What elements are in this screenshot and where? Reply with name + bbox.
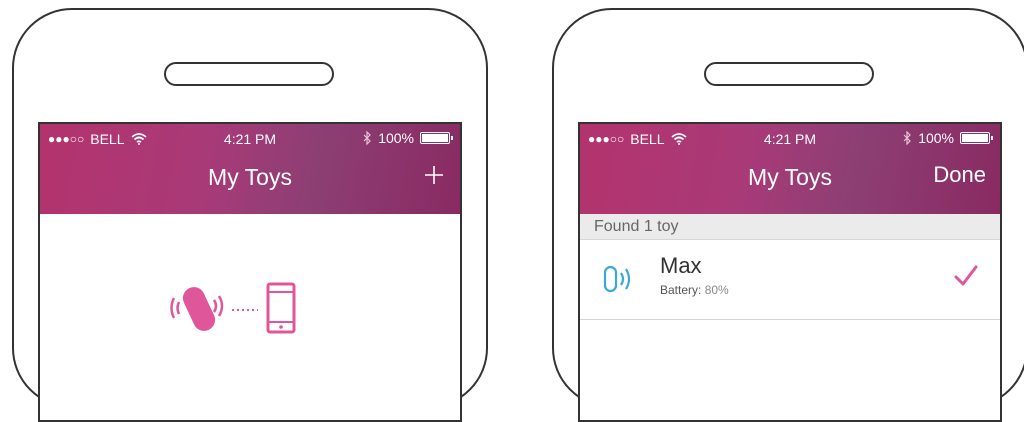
found-toys-header: Found 1 toy xyxy=(580,214,1000,240)
speaker-slot xyxy=(704,62,874,86)
toy-row-max[interactable]: Max Battery: 80% xyxy=(580,241,1000,320)
status-right: 100% xyxy=(902,130,993,146)
done-button[interactable]: Done xyxy=(933,162,986,188)
battery-percent: 100% xyxy=(378,130,414,146)
plus-icon xyxy=(425,166,443,184)
battery-icon xyxy=(960,132,993,144)
nav-title: My Toys xyxy=(208,164,292,190)
status-bar: ●●●○○ BELL 4:21 PM 100% xyxy=(40,124,460,154)
nav-bar: ●●●○○ BELL 4:21 PM 100% xyxy=(580,124,1000,214)
toy-name: Max xyxy=(660,253,702,278)
bluetooth-icon xyxy=(903,131,912,145)
toy-bluetooth-icon xyxy=(603,265,631,293)
vibrator-signal-icon xyxy=(170,287,224,331)
checkmark-icon xyxy=(954,265,978,286)
battery-percent: 100% xyxy=(918,130,954,146)
battery-icon xyxy=(420,132,453,144)
toy-battery-value: 80% xyxy=(704,283,729,297)
toy-battery: Battery: 80% xyxy=(660,283,729,297)
speaker-slot xyxy=(164,62,334,86)
phone-icon xyxy=(266,282,296,334)
phone-frame-left: ●●●○○ BELL 4:21 PM 100% My Toys xyxy=(12,8,488,422)
bluetooth-icon xyxy=(363,131,372,145)
add-toy-button[interactable] xyxy=(424,156,444,193)
status-bar: ●●●○○ BELL 4:21 PM 100% xyxy=(580,124,1000,154)
empty-state-graphic xyxy=(170,282,296,334)
phone-screen-right: ●●●○○ BELL 4:21 PM 100% My Toys Done Fou… xyxy=(578,122,1002,422)
phone-screen-left: ●●●○○ BELL 4:21 PM 100% My Toys xyxy=(38,122,462,422)
status-right: 100% xyxy=(362,130,453,146)
nav-bar: ●●●○○ BELL 4:21 PM 100% xyxy=(40,124,460,214)
toy-battery-label: Battery: xyxy=(660,283,702,297)
phone-frame-right: ●●●○○ BELL 4:21 PM 100% My Toys Done Fou… xyxy=(552,8,1024,422)
